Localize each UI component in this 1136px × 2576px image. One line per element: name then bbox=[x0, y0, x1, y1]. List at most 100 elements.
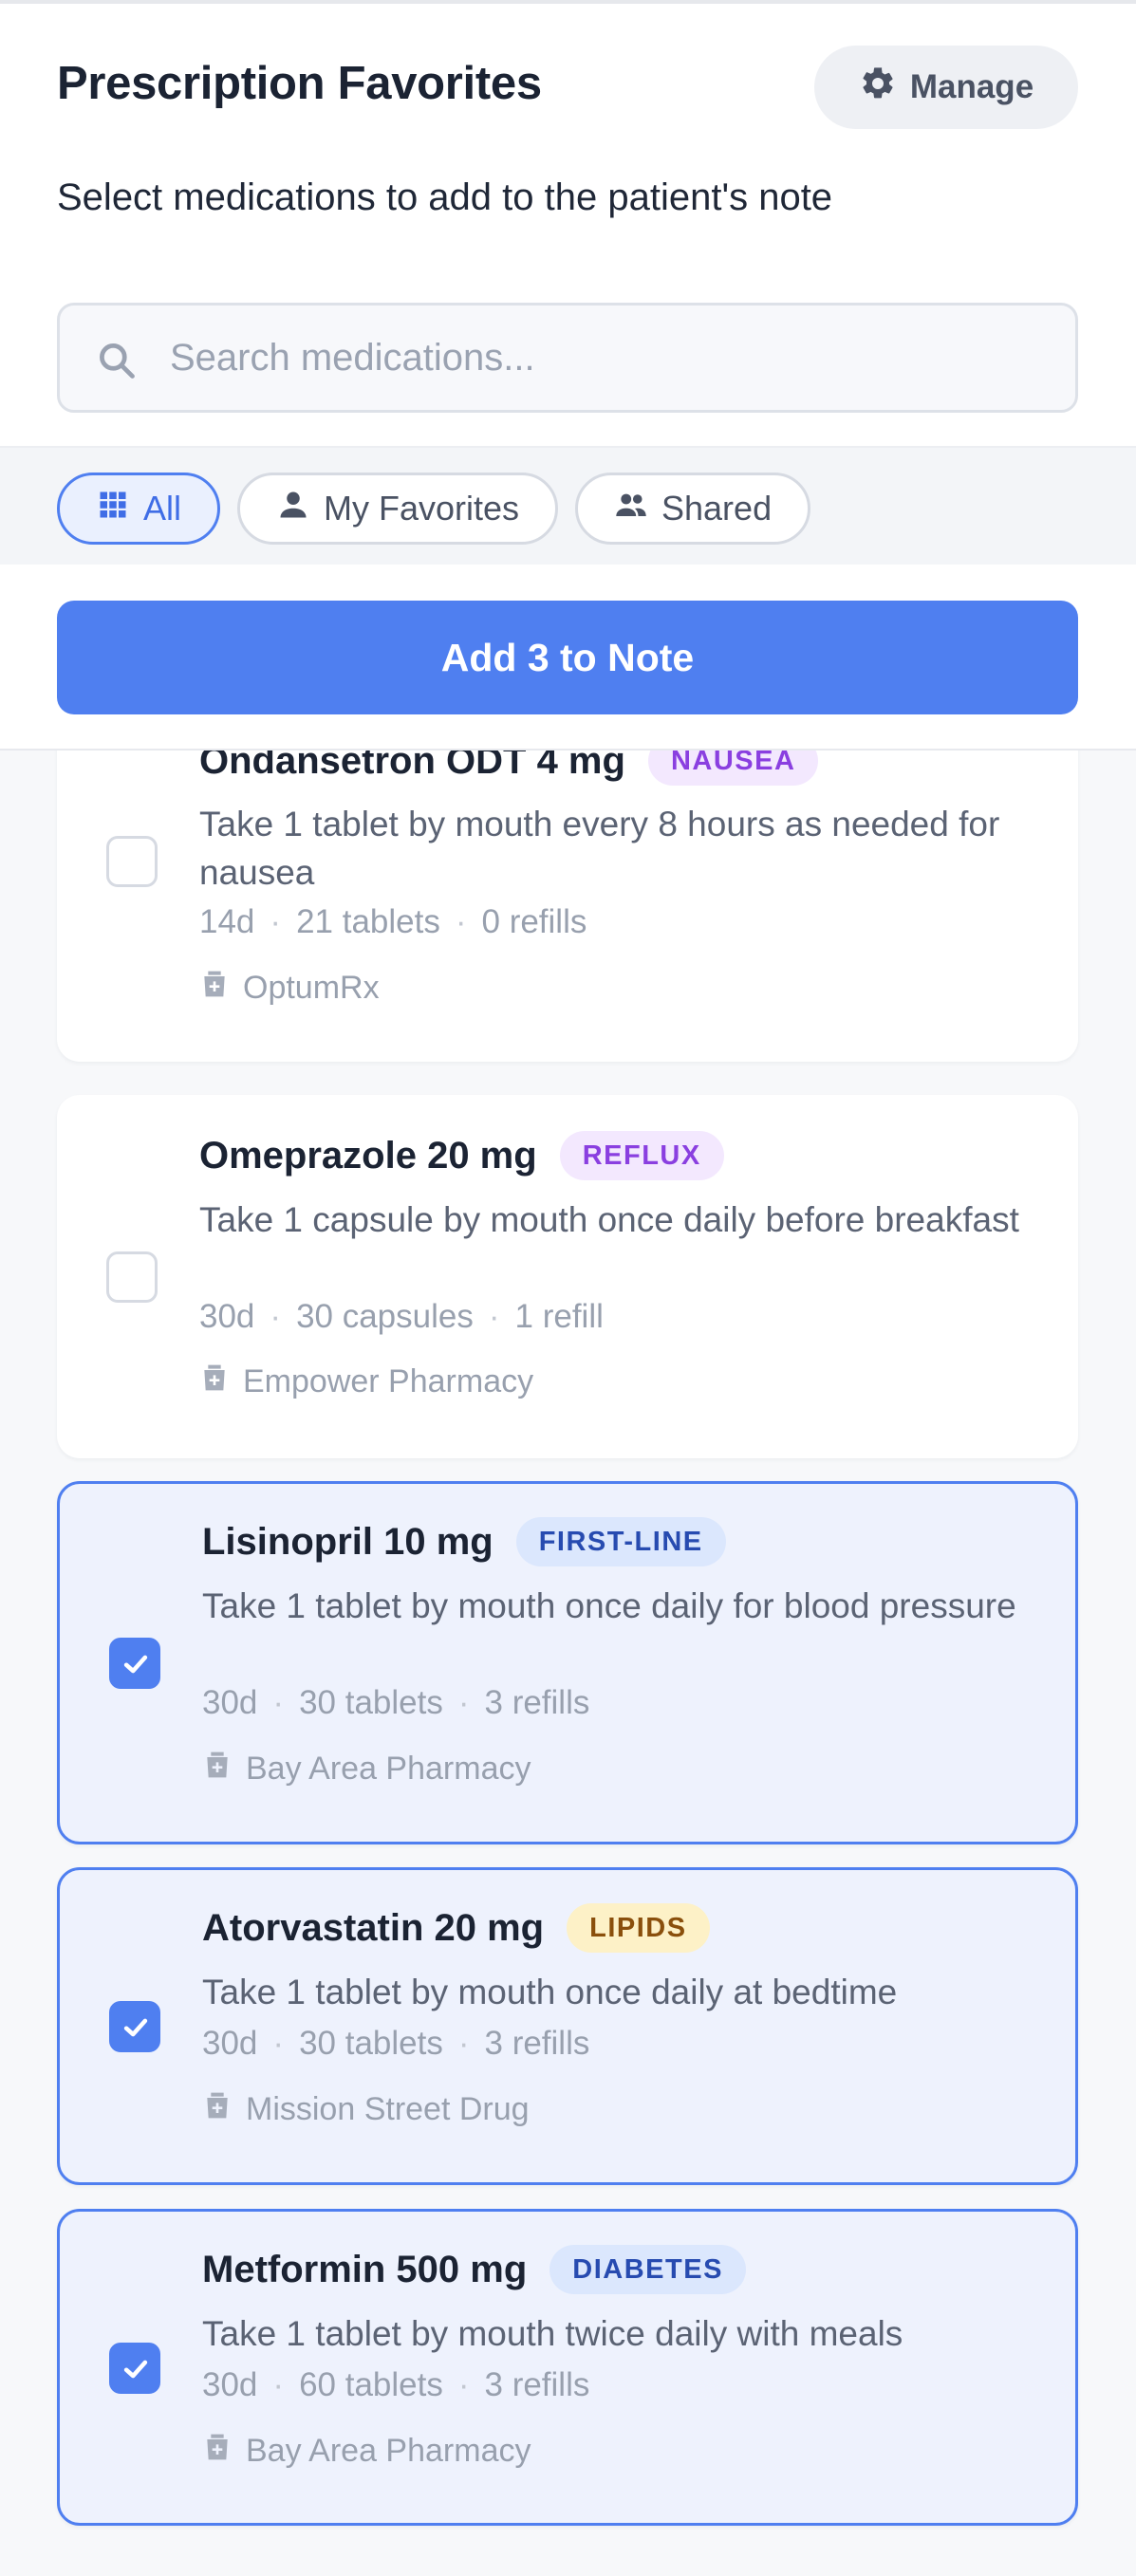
duration: 30d bbox=[202, 2025, 258, 2062]
add-to-note-button[interactable]: Add 3 to Note bbox=[57, 601, 1078, 714]
checkmark-icon bbox=[123, 1655, 148, 1674]
duration: 30d bbox=[199, 1298, 255, 1335]
pharmacy: OptumRx bbox=[199, 969, 380, 1008]
category-tag: NAUSEA bbox=[647, 751, 819, 786]
medication-card[interactable]: Omeprazole 20 mg REFLUX Take 1 capsule b… bbox=[57, 1095, 1078, 1458]
duration: 30d bbox=[202, 2366, 258, 2403]
people-icon bbox=[614, 488, 648, 530]
pharmacy: Empower Pharmacy bbox=[199, 1362, 533, 1401]
filter-chip-label: Shared bbox=[661, 489, 773, 528]
pharmacy-name: Empower Pharmacy bbox=[243, 1363, 534, 1399]
filter-chip-shared[interactable]: Shared bbox=[575, 473, 811, 545]
medication-title: Lisinopril 10 mg FIRST-LINE bbox=[202, 1517, 726, 1566]
manage-button[interactable]: Manage bbox=[814, 46, 1078, 129]
medication-sig: Take 1 tablet by mouth every 8 hours as … bbox=[199, 805, 1000, 892]
quantity: 60 tablets bbox=[299, 2366, 443, 2403]
medication-sig: Take 1 tablet by mouth once daily for bl… bbox=[202, 1586, 1016, 1625]
medication-name: Lisinopril 10 mg bbox=[202, 1520, 494, 1563]
page-title: Prescription Favorites bbox=[57, 58, 542, 109]
category-tag: REFLUX bbox=[559, 1131, 724, 1180]
quantity: 30 tablets bbox=[299, 2025, 443, 2062]
medication-title: Ondansetron ODT 4 mg NAUSEA bbox=[199, 751, 819, 786]
category-tag: FIRST-LINE bbox=[515, 1517, 726, 1566]
medication-card[interactable]: Atorvastatin 20 mg LIPIDS Take 1 tablet … bbox=[57, 1867, 1078, 2185]
quantity: 30 tablets bbox=[299, 1684, 443, 1721]
medication-title: Atorvastatin 20 mg LIPIDS bbox=[202, 1903, 710, 1953]
separator-dot: · bbox=[455, 903, 467, 940]
separator-dot: · bbox=[272, 2025, 285, 2062]
medication-card[interactable]: Lisinopril 10 mg FIRST-LINE Take 1 table… bbox=[57, 1481, 1078, 1844]
medication-name: Atorvastatin 20 mg bbox=[202, 1906, 545, 1949]
medication-checkbox[interactable] bbox=[106, 1251, 158, 1303]
pharmacy-name: Bay Area Pharmacy bbox=[246, 2433, 531, 2469]
category-tag: LIPIDS bbox=[567, 1903, 710, 1953]
pharmacy-icon bbox=[199, 969, 230, 1008]
pharmacy-name: OptumRx bbox=[243, 970, 380, 1006]
gear-icon bbox=[859, 65, 897, 111]
medication-sig: Take 1 capsule by mouth once daily befor… bbox=[199, 1200, 1019, 1239]
separator-dot: · bbox=[457, 2366, 470, 2403]
pharmacy: Bay Area Pharmacy bbox=[202, 2432, 531, 2471]
refills: 3 refills bbox=[484, 2025, 590, 2062]
medication-title: Metformin 500 mg DIABETES bbox=[202, 2245, 746, 2294]
separator-dot: · bbox=[457, 2025, 470, 2062]
filter-bar: All My Favorites Shared bbox=[0, 446, 1136, 565]
separator-dot: · bbox=[457, 1684, 470, 1721]
filter-chip-label: My Favorites bbox=[324, 489, 520, 528]
manage-label: Manage bbox=[909, 68, 1034, 105]
pharmacy: Bay Area Pharmacy bbox=[202, 1750, 531, 1788]
refills: 3 refills bbox=[484, 2366, 590, 2403]
medication-meta: 30d · 60 tablets · 3 refills bbox=[202, 2366, 589, 2404]
refills: 1 refill bbox=[514, 1298, 604, 1335]
medication-name: Ondansetron ODT 4 mg bbox=[199, 751, 625, 782]
pharmacy-name: Mission Street Drug bbox=[246, 2091, 530, 2127]
quantity: 21 tablets bbox=[296, 903, 440, 940]
medication-meta: 14d · 21 tablets · 0 refills bbox=[199, 903, 587, 941]
category-tag: DIABETES bbox=[549, 2245, 746, 2294]
filter-chip-all[interactable]: All bbox=[57, 473, 221, 545]
medication-name: Metformin 500 mg bbox=[202, 2248, 528, 2290]
medication-list: Ondansetron ODT 4 mg NAUSEA Take 1 table… bbox=[0, 751, 1136, 2576]
medication-meta: 30d · 30 tablets · 3 refills bbox=[202, 1684, 589, 1722]
separator-dot: · bbox=[272, 2366, 285, 2403]
prescription-favorites-screen: Prescription Favorites Manage Select med… bbox=[0, 0, 1136, 2576]
medication-card[interactable]: Ondansetron ODT 4 mg NAUSEA Take 1 table… bbox=[57, 751, 1078, 1062]
search-input[interactable] bbox=[170, 324, 1024, 391]
medication-title: Omeprazole 20 mg REFLUX bbox=[199, 1131, 724, 1180]
pharmacy-icon bbox=[202, 2432, 233, 2471]
search-box bbox=[57, 303, 1078, 413]
medication-card[interactable]: Metformin 500 mg DIABETES Take 1 tablet … bbox=[57, 2209, 1078, 2526]
page-subtitle: Select medications to add to the patient… bbox=[57, 176, 833, 218]
duration: 30d bbox=[202, 1684, 258, 1721]
medication-meta: 30d · 30 capsules · 1 refill bbox=[199, 1298, 604, 1336]
medication-checkbox[interactable] bbox=[106, 836, 158, 887]
pharmacy-icon bbox=[202, 2090, 233, 2129]
refills: 3 refills bbox=[484, 1684, 590, 1721]
medication-sig: Take 1 tablet by mouth once daily at bed… bbox=[202, 1973, 898, 2011]
medication-sig: Take 1 tablet by mouth twice daily with … bbox=[202, 2314, 903, 2353]
separator-dot: · bbox=[270, 1298, 282, 1335]
medication-name: Omeprazole 20 mg bbox=[199, 1134, 537, 1177]
person-icon bbox=[276, 488, 310, 530]
grid-icon bbox=[96, 488, 130, 530]
separator-dot: · bbox=[270, 903, 282, 940]
separator-dot: · bbox=[272, 1684, 285, 1721]
checkmark-icon bbox=[123, 2018, 148, 2037]
header: Prescription Favorites Manage Select med… bbox=[0, 0, 1136, 446]
filter-chip-label: All bbox=[143, 489, 182, 528]
medication-meta: 30d · 30 tablets · 3 refills bbox=[202, 2025, 589, 2063]
medication-checkbox[interactable] bbox=[109, 2343, 160, 2394]
pharmacy-icon bbox=[202, 1750, 233, 1788]
add-bar: Add 3 to Note bbox=[0, 565, 1136, 751]
filter-chip-my-favorites[interactable]: My Favorites bbox=[237, 473, 559, 545]
quantity: 30 capsules bbox=[296, 1298, 474, 1335]
pharmacy-name: Bay Area Pharmacy bbox=[246, 1751, 531, 1787]
pharmacy-icon bbox=[199, 1362, 230, 1401]
medication-checkbox[interactable] bbox=[109, 1638, 160, 1689]
duration: 14d bbox=[199, 903, 255, 940]
checkmark-icon bbox=[123, 2360, 148, 2379]
refills: 0 refills bbox=[481, 903, 587, 940]
pharmacy: Mission Street Drug bbox=[202, 2090, 530, 2129]
medication-checkbox[interactable] bbox=[109, 2001, 160, 2052]
separator-dot: · bbox=[488, 1298, 500, 1335]
